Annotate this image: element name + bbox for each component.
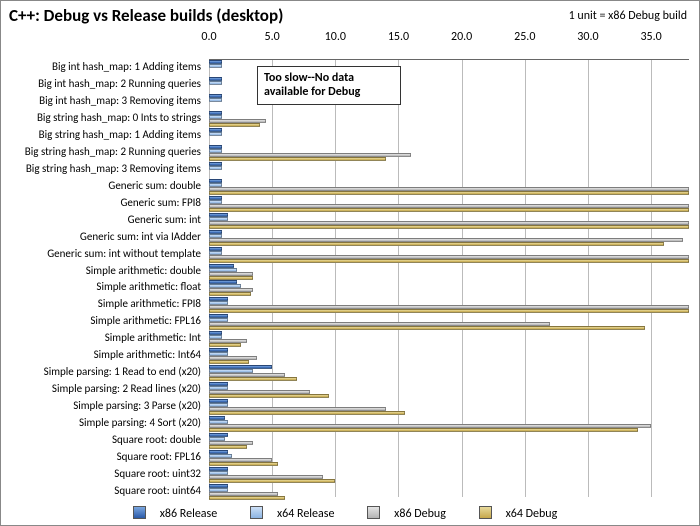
bar-row — [209, 450, 689, 466]
tick-label: 25.0 — [510, 30, 540, 44]
bar-row — [209, 348, 689, 364]
category-label: Simple parsing: 3 Parse (x20) — [1, 399, 201, 412]
bar-series-3 — [209, 462, 278, 466]
bar-series-3 — [209, 123, 260, 127]
category-label: Square root: uint64 — [1, 484, 201, 497]
bar-row — [209, 111, 689, 127]
bar-series-3 — [209, 309, 689, 313]
category-label: Simple arithmetic: FPI8 — [1, 297, 201, 310]
bar-series-3 — [209, 479, 335, 483]
tick-label: 10.0 — [320, 30, 350, 44]
tick-label: 35.0 — [636, 30, 666, 44]
category-label: Square root: double — [1, 433, 201, 446]
bar-series-3 — [209, 394, 329, 398]
chart-title: C++: Debug vs Release builds (desktop) — [9, 5, 283, 26]
bar-row — [209, 196, 689, 212]
category-label: Big int hash_map: 1 Adding items — [1, 60, 201, 73]
tick-label: 15.0 — [383, 30, 413, 44]
bar-series-3 — [209, 242, 664, 246]
tick-label: 5.0 — [257, 30, 287, 44]
bar-series-3 — [209, 208, 689, 212]
bar-row — [209, 128, 689, 144]
bar-row — [209, 179, 689, 195]
legend-item-0: x86 Release — [133, 506, 228, 521]
bar-series-3 — [209, 276, 253, 280]
plot-area: Too slow--No data available for Debug 0.… — [209, 59, 689, 497]
bar-row — [209, 467, 689, 483]
bar-row — [209, 331, 689, 347]
bar-row — [209, 213, 689, 229]
category-label: Big string hash_map: 1 Adding items — [1, 128, 201, 141]
bar-row — [209, 399, 689, 415]
category-label: Simple parsing: 2 Read lines (x20) — [1, 382, 201, 395]
category-label: Simple arithmetic: Int64 — [1, 348, 201, 361]
bar-series-3 — [209, 496, 285, 500]
bar-series-1 — [209, 132, 222, 136]
legend-item-1: x64 Release — [250, 506, 345, 521]
bar-series-3 — [209, 445, 247, 449]
swatch-icon — [479, 506, 492, 519]
category-label: Generic sum: int via IAdder — [1, 230, 201, 243]
bar-series-3 — [209, 259, 689, 263]
bar-series-3 — [209, 225, 689, 229]
legend: x86 Release x64 Release x86 Debug x64 De… — [1, 506, 699, 521]
category-label: Simple arithmetic: Int — [1, 331, 201, 344]
swatch-icon — [250, 506, 263, 519]
tick-label: 20.0 — [447, 30, 477, 44]
category-label: Simple arithmetic: float — [1, 280, 201, 293]
bar-series-3 — [209, 191, 689, 195]
category-label: Big string hash_map: 3 Removing items — [1, 162, 201, 175]
category-label: Big string hash_map: 2 Running queries — [1, 145, 201, 158]
bar-series-1 — [209, 98, 222, 102]
category-label: Simple arithmetic: FPL16 — [1, 314, 201, 327]
bar-row — [209, 416, 689, 432]
bar-series-3 — [209, 428, 638, 432]
legend-item-2: x86 Debug — [367, 506, 456, 521]
bar-series-3 — [209, 360, 249, 364]
bar-series-3 — [209, 411, 405, 415]
bar-row — [209, 297, 689, 313]
unit-note: 1 unit = x86 Debug build — [569, 9, 687, 23]
bar-row — [209, 280, 689, 296]
bar-series-3 — [209, 157, 386, 161]
chart-container: C++: Debug vs Release builds (desktop) 1… — [0, 0, 700, 526]
bar-row — [209, 247, 689, 263]
bar-series-3 — [209, 326, 645, 330]
category-label: Simple parsing: 1 Read to end (x20) — [1, 365, 201, 378]
bar-row — [209, 433, 689, 449]
tick-label: 0.0 — [194, 30, 224, 44]
bar-series-3 — [209, 343, 241, 347]
category-label: Big int hash_map: 3 Removing items — [1, 94, 201, 107]
bar-row — [209, 230, 689, 246]
category-label: Simple arithmetic: double — [1, 264, 201, 277]
bar-series-1 — [209, 166, 222, 170]
bar-row — [209, 314, 689, 330]
bar-row — [209, 365, 689, 381]
swatch-icon — [133, 506, 146, 519]
bar-row — [209, 484, 689, 500]
tick-label: 30.0 — [573, 30, 603, 44]
category-label: Square root: FPL16 — [1, 450, 201, 463]
category-label: Big int hash_map: 2 Running queries — [1, 77, 201, 90]
category-label: Generic sum: FPI8 — [1, 196, 201, 209]
bar-row — [209, 382, 689, 398]
category-label: Square root: uint32 — [1, 467, 201, 480]
category-label: Generic sum: int — [1, 213, 201, 226]
category-label: Generic sum: int without template — [1, 247, 201, 260]
category-label: Simple parsing: 4 Sort (x20) — [1, 416, 201, 429]
bar-row — [209, 264, 689, 280]
bar-series-1 — [209, 81, 222, 85]
callout-box: Too slow--No data available for Debug — [257, 66, 401, 105]
bar-series-3 — [209, 292, 251, 296]
swatch-icon — [367, 506, 380, 519]
bar-row — [209, 145, 689, 161]
category-label: Big string hash_map: 0 Ints to strings — [1, 111, 201, 124]
bar-series-3 — [209, 377, 297, 381]
legend-item-3: x64 Debug — [479, 506, 568, 521]
bar-row — [209, 162, 689, 178]
category-label: Generic sum: double — [1, 179, 201, 192]
bar-series-1 — [209, 64, 222, 68]
